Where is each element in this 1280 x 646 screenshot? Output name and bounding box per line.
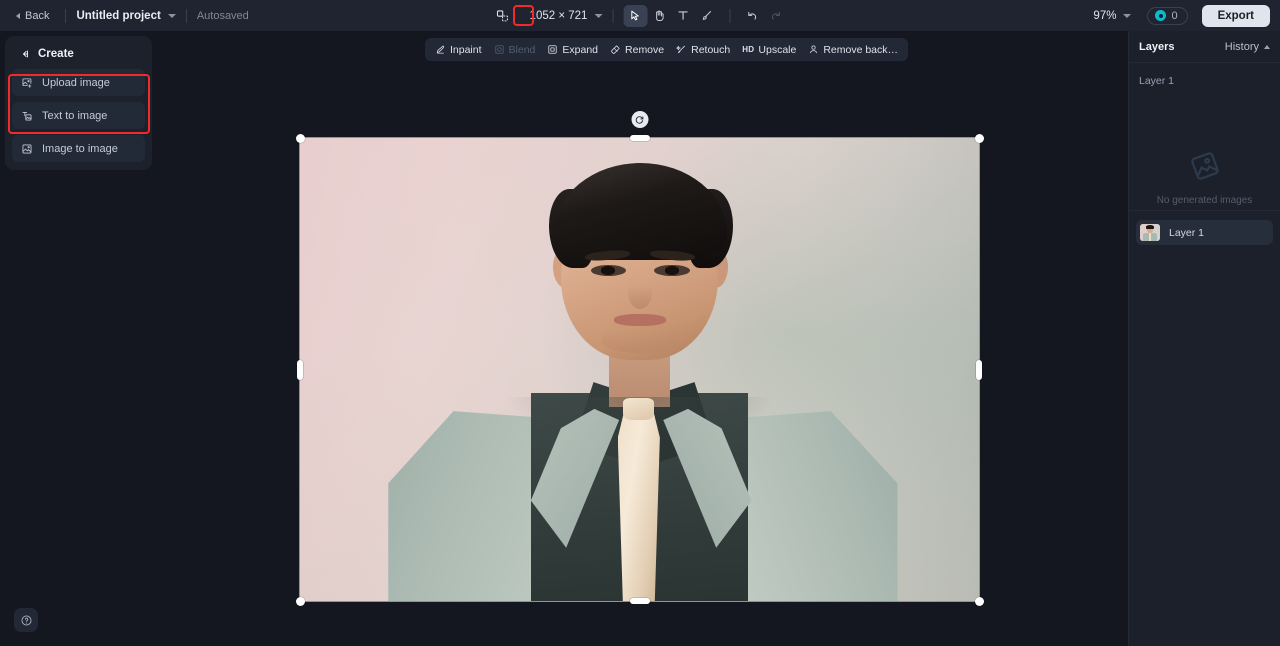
image-actions-toolbar: Inpaint Blend Expand Remove Retouch [425,38,908,61]
chevron-down-icon[interactable] [168,14,176,18]
empty-generations-state: No generated images [1129,151,1280,206]
zoom-level-value: 97% [1093,10,1116,22]
canvas-dimensions-value: 1052 × 721 [530,10,588,22]
app-root: Back Untitled project Autosaved 1052 × 7… [0,0,1280,646]
history-label: History [1225,41,1259,53]
chevron-down-icon [594,14,602,18]
upload-image-button[interactable]: Upload image [12,69,145,96]
remove-background-button[interactable]: Remove back… [802,41,904,59]
back-label: Back [25,10,49,22]
expand-label: Expand [562,44,598,56]
divider [186,9,187,23]
chevron-left-icon [16,13,20,19]
resize-handle-bottom-left[interactable] [296,597,305,606]
canvas-resize-button[interactable] [492,5,514,27]
remove-button[interactable]: Remove [604,41,670,59]
inpaint-button[interactable]: Inpaint [429,41,488,59]
layer-name: Layer 1 [1169,227,1204,239]
help-button[interactable] [14,608,38,632]
upscale-label: Upscale [758,44,796,56]
create-panel-header[interactable]: Create [12,43,145,69]
redo-button[interactable] [764,5,788,27]
export-button[interactable]: Export [1202,5,1270,27]
credits-count: 0 [1171,10,1177,22]
divider [65,9,66,23]
expand-button[interactable]: Expand [541,41,604,59]
divider [612,9,613,23]
resize-handle-bottom[interactable] [630,598,650,604]
text-tool-button[interactable] [671,5,695,27]
image-layer[interactable] [300,138,979,601]
retouch-button[interactable]: Retouch [670,41,736,59]
resize-handle-right[interactable] [976,360,982,380]
collapse-panel-icon [18,48,30,60]
credits-badge[interactable]: 0 [1147,7,1187,25]
text-to-image-label: Text to image [42,110,107,122]
chevron-up-icon [1264,45,1270,49]
divider [729,9,730,23]
blend-button[interactable]: Blend [488,41,542,59]
canvas-dimensions[interactable]: 1052 × 721 [530,10,603,22]
resize-handle-top[interactable] [630,135,650,141]
history-toggle[interactable]: History [1225,41,1270,53]
text-to-image-icon [21,110,33,122]
resize-handle-bottom-right[interactable] [975,597,984,606]
layer-list-item[interactable]: Layer 1 [1136,220,1273,245]
upscale-button[interactable]: HD Upscale [736,41,802,59]
autosaved-status: Autosaved [197,10,249,22]
right-panel: Layers History Layer 1 No generated imag… [1128,31,1280,646]
resize-handle-top-right[interactable] [975,134,984,143]
no-images-placeholder-icon [1185,147,1223,185]
resize-handle-left[interactable] [297,360,303,380]
top-bar-right: 97% 0 Export [1093,5,1270,27]
undo-button[interactable] [740,5,764,27]
help-question-icon [20,614,33,627]
selected-image-container[interactable] [300,138,979,601]
layer-thumbnail [1140,224,1160,241]
image-to-image-icon [21,143,33,155]
remove-label: Remove [625,44,664,56]
upload-image-icon [21,77,33,89]
back-button[interactable]: Back [10,7,55,25]
canvas-area[interactable] [0,31,1128,646]
top-bar-left: Back Untitled project Autosaved [0,7,249,25]
rotate-handle-icon[interactable] [631,111,648,128]
layers-list: Layer 1 [1129,210,1280,646]
top-bar: Back Untitled project Autosaved 1052 × 7… [0,0,1280,31]
remove-background-label: Remove back… [823,44,898,56]
zoom-level-control[interactable]: 97% [1093,10,1131,22]
brush-tool-button[interactable] [695,5,719,27]
project-name[interactable]: Untitled project [76,10,160,22]
select-tool-button[interactable] [623,5,647,27]
hd-icon: HD [742,45,754,54]
inpaint-label: Inpaint [450,44,482,56]
text-to-image-button[interactable]: Text to image [12,102,145,129]
create-panel-title: Create [38,48,74,60]
layers-title: Layers [1139,41,1174,53]
create-panel: Create Upload image Text to image I [5,36,152,170]
portrait-image [300,138,979,601]
image-to-image-button[interactable]: Image to image [12,135,145,162]
resize-handle-top-left[interactable] [296,134,305,143]
empty-generations-text: No generated images [1157,195,1253,206]
credit-coin-icon [1155,10,1166,21]
pan-tool-button[interactable] [647,5,671,27]
layer-section-label: Layer 1 [1129,63,1280,87]
right-panel-header: Layers History [1129,31,1280,63]
upload-image-label: Upload image [42,77,110,89]
retouch-label: Retouch [691,44,730,56]
top-bar-center-tools: 1052 × 721 [492,5,789,27]
image-to-image-label: Image to image [42,143,118,155]
chevron-down-icon [1123,14,1131,18]
blend-label: Blend [509,44,536,56]
